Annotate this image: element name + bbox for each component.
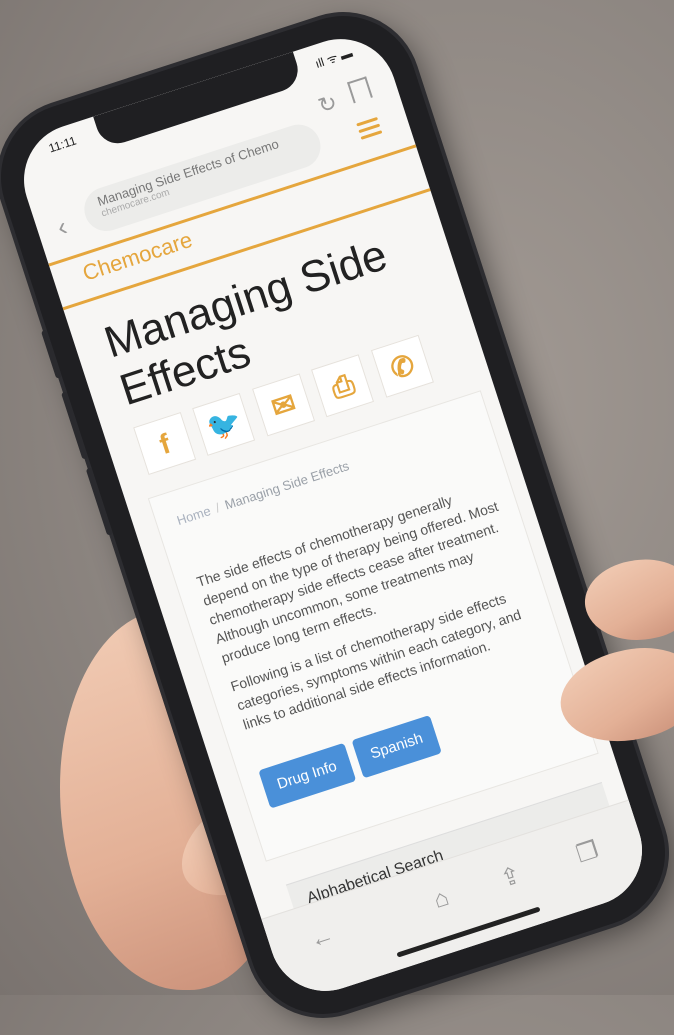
breadcrumb-home[interactable]: Home	[175, 503, 213, 528]
signal-wifi-battery-icon: ıll ᯤ ▬	[313, 45, 355, 71]
breadcrumb-current: Managing Side Effects	[222, 458, 351, 513]
print-icon[interactable]: ⎙	[311, 354, 375, 418]
home-indicator	[396, 906, 541, 958]
back-arrow-icon[interactable]: ‹	[53, 211, 71, 243]
volume-button	[40, 329, 63, 379]
hamburger-menu-icon[interactable]	[355, 113, 384, 144]
url-domain: chemocare.com	[100, 187, 172, 220]
bookmark-icon[interactable]	[347, 76, 373, 104]
home-icon[interactable]: ⌂	[430, 884, 452, 915]
content-card: Home/Managing Side Effects The side effe…	[147, 390, 599, 862]
back-icon[interactable]: ←	[306, 921, 337, 955]
reload-icon[interactable]: ↻	[315, 89, 341, 119]
phone-icon[interactable]: ✆	[370, 334, 434, 398]
facebook-icon[interactable]: f	[133, 412, 197, 476]
tabs-icon[interactable]: ❐	[573, 835, 602, 869]
volume-button	[85, 467, 114, 536]
status-time: 11:11	[46, 133, 78, 156]
volume-button	[61, 391, 89, 460]
breadcrumb: Home/Managing Side Effects	[175, 458, 351, 528]
share-icon[interactable]: ⇪	[497, 860, 525, 894]
spanish-button[interactable]: Spanish	[351, 714, 443, 779]
twitter-icon[interactable]: 🐦	[192, 392, 256, 456]
email-icon[interactable]: ✉	[251, 373, 315, 437]
breadcrumb-separator: /	[213, 500, 222, 516]
drug-info-button[interactable]: Drug Info	[258, 742, 356, 809]
